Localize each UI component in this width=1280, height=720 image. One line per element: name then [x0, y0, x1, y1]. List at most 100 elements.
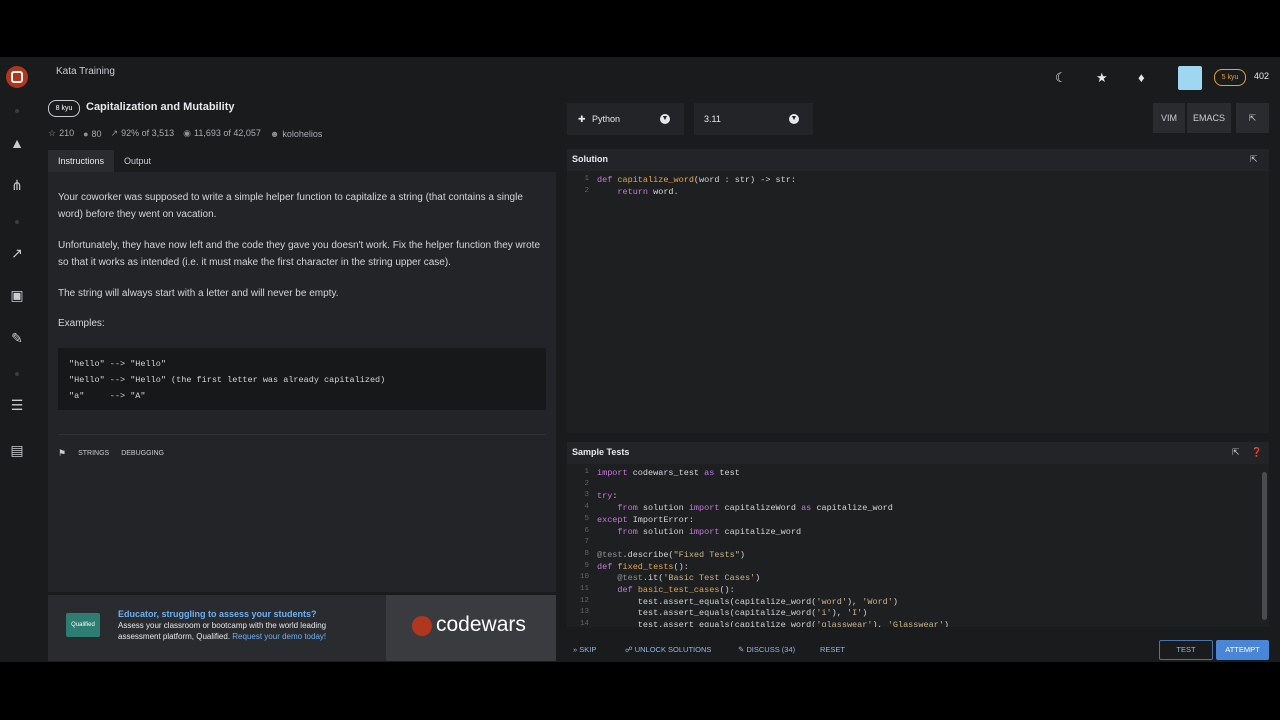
unlock-solutions-button[interactable]: ☍ UNLOCK SOLUTIONS — [625, 645, 711, 654]
code-line: test.assert_equals(capitalize_word('i'),… — [597, 608, 868, 619]
kata-title[interactable]: Capitalization and Mutability — [86, 101, 235, 113]
line-number: 4 — [584, 503, 589, 512]
line-number: 11 — [579, 585, 589, 593]
instruction-paragraph: Unfortunately, they have now left and th… — [58, 240, 541, 268]
left-nav-rail: ▲ ⋔ ↗ ▣ ✎ ☰ ▤ — [0, 57, 34, 662]
codewars-logo-icon[interactable] — [6, 66, 28, 88]
collections-stat[interactable]: ● 80 — [83, 129, 101, 139]
tab-instructions[interactable]: Instructions — [48, 150, 115, 172]
code-line: from solution import capitalizeWord as c… — [617, 503, 893, 514]
code-line: test.assert_equals(capitalize_word('glas… — [597, 620, 949, 627]
breadcrumb: Kata Training — [56, 66, 115, 77]
tab-output[interactable]: Output — [114, 150, 161, 172]
blog-icon[interactable]: ▤ — [9, 442, 25, 458]
chevron-down-icon: ▼ — [789, 114, 799, 124]
vim-mode-button[interactable]: VIM — [1153, 103, 1185, 133]
star-icon: ☆ — [48, 128, 57, 138]
kata-rank-badge: 8 kyu — [48, 100, 80, 117]
code-line: def fixed_tests(): — [597, 561, 689, 572]
notifications-bell-icon[interactable]: ♦ — [1138, 68, 1145, 88]
user-rank-badge: 5 kyu — [1214, 69, 1246, 86]
skip-button[interactable]: » SKIP — [573, 645, 596, 654]
expand-icon[interactable]: ⇱ — [1250, 154, 1258, 165]
avatar[interactable] — [1178, 66, 1202, 90]
code-line: try: — [597, 491, 618, 502]
satisfaction-icon: ↗ — [110, 128, 119, 138]
chat-icon[interactable]: ✎ — [9, 330, 25, 346]
satisfaction-stat: ↗ 92% of 3,513 — [110, 128, 175, 138]
kata-tags: ⚑ STRINGS DEBUGGING — [58, 448, 164, 459]
test-button[interactable]: TEST — [1159, 640, 1213, 660]
instruction-paragraph: Examples: — [58, 318, 105, 329]
author-link[interactable]: ☻ kolohelios — [270, 129, 323, 139]
dark-mode-icon[interactable]: ☾ — [1055, 68, 1067, 88]
nav-separator — [15, 372, 19, 376]
instruction-paragraph: Your coworker was supposed to write a si… — [58, 192, 523, 220]
reset-button[interactable]: RESET — [820, 645, 845, 654]
nav-separator — [15, 109, 19, 113]
code-line: @test.it('Basic Test Cases') — [617, 573, 761, 584]
fullscreen-icon[interactable]: ⇱ — [1236, 103, 1269, 133]
help-icon[interactable]: ❓ — [1251, 447, 1262, 458]
tests-title: Sample Tests — [572, 447, 630, 457]
solution-title: Solution — [572, 154, 608, 164]
collection-icon: ● — [83, 128, 89, 139]
example-line: "a" --> "A" — [69, 391, 146, 401]
line-number: 6 — [584, 526, 589, 535]
promo-heading[interactable]: Educator, struggling to assess your stud… — [118, 609, 317, 619]
user-icon: ☻ — [269, 128, 280, 139]
leaderboard-icon[interactable]: ↗ — [9, 245, 25, 261]
tests-pane-header: Sample Tests ⇱ ❓ — [567, 442, 1269, 464]
code-line: except ImportError: — [597, 514, 694, 525]
tag-strings[interactable]: STRINGS — [78, 450, 109, 457]
line-number: 14 — [579, 620, 589, 627]
code-line: from solution import capitalize_word — [617, 526, 802, 537]
tests-editor[interactable]: 1 import codewars_test as test 2 3 try: 4 fro… — [567, 464, 1269, 627]
codewars-logo-icon — [412, 616, 432, 636]
solution-pane-header: Solution ⇱ — [567, 149, 1269, 171]
discord-icon[interactable]: ▣ — [9, 287, 25, 303]
bookmark-icon[interactable]: ★ — [1096, 68, 1108, 88]
line-number: 13 — [579, 608, 589, 617]
code-line: test.assert_equals(capitalize_word('word… — [597, 596, 898, 607]
description-tabs: Instructions Output — [48, 150, 161, 172]
line-number: 12 — [579, 596, 589, 605]
editor-scrollbar[interactable] — [1262, 472, 1267, 620]
codewars-brand-banner[interactable]: codewars — [386, 595, 556, 661]
code-line: def basic_test_cases(): — [617, 585, 735, 595]
version-select[interactable]: 3.11 ▼ — [694, 103, 813, 135]
nav-separator — [15, 220, 19, 224]
line-number: 7 — [584, 538, 589, 547]
completed-icon: ◉ — [183, 128, 192, 138]
instruction-paragraph: The string will always start with a lett… — [58, 288, 339, 299]
code-line: def capitalize_word(word : str) -> str: — [597, 175, 796, 185]
code-line: return word. — [617, 187, 679, 197]
solution-editor[interactable]: 1 def capitalize_word(word : str) -> str:… — [567, 171, 1269, 433]
emacs-mode-button[interactable]: EMACS — [1187, 103, 1231, 133]
line-number: 1 — [584, 468, 589, 476]
request-demo-link[interactable]: Request your demo today! — [232, 632, 326, 641]
attempt-button[interactable]: ATTEMPT — [1216, 640, 1269, 660]
divider — [58, 434, 546, 435]
code-line: @test.describe("Fixed Tests") — [597, 549, 745, 560]
instructions-panel: Your coworker was supposed to write a si… — [48, 172, 556, 592]
codewars-wordmark: codewars — [436, 613, 526, 636]
discuss-button[interactable]: ✎ DISCUSS (34) — [738, 645, 795, 654]
line-number: 2 — [584, 187, 589, 195]
user-honor: 402 — [1254, 71, 1270, 81]
line-number: 2 — [584, 479, 589, 488]
app-window: ▲ ⋔ ↗ ▣ ✎ ☰ ▤ Kata Training 8 kyu Capita… — [0, 57, 1280, 662]
expand-icon[interactable]: ⇱ — [1232, 447, 1240, 458]
code-line: import codewars_test as test — [597, 468, 740, 478]
train-icon[interactable]: ▲ — [9, 135, 25, 151]
line-number: 10 — [579, 573, 589, 582]
practice-icon[interactable]: ⋔ — [9, 177, 25, 193]
tag-debugging[interactable]: DEBUGGING — [121, 450, 164, 457]
line-number: 8 — [584, 549, 589, 558]
language-select[interactable]: ✚ Python ▼ — [567, 103, 684, 135]
action-bar: » SKIP ☍ UNLOCK SOLUTIONS ✎ DISCUSS (34)… — [567, 639, 1269, 661]
qualified-logo: Qualified — [66, 613, 100, 637]
stars-stat[interactable]: ☆ 210 — [48, 128, 74, 139]
promo-body: Assess your classroom or bootcamp with t… — [118, 621, 327, 641]
docs-icon[interactable]: ☰ — [9, 397, 25, 413]
